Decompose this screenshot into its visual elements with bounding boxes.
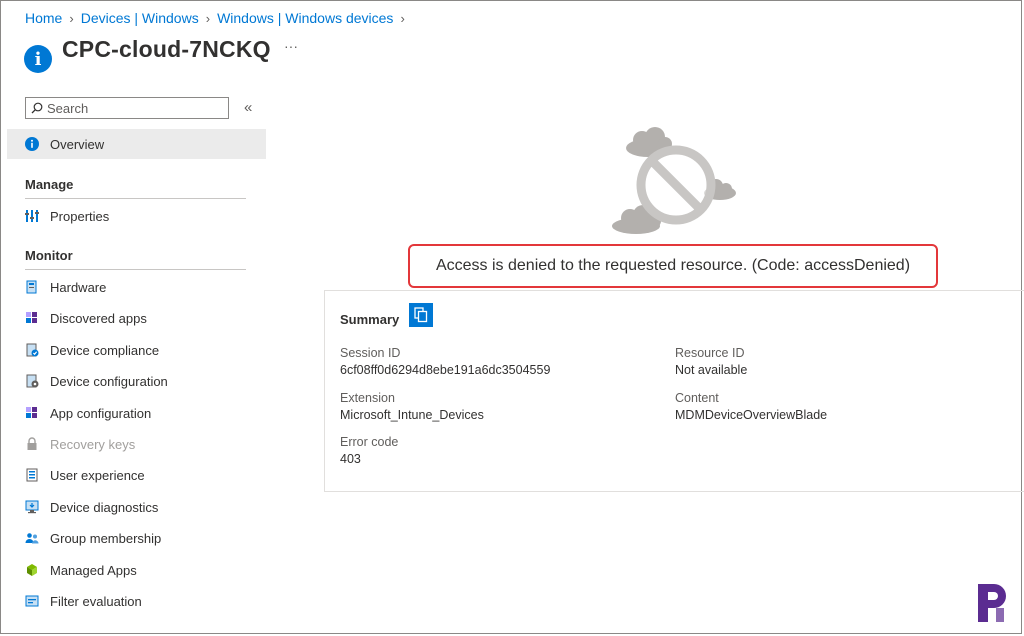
sidebar-item-label: Properties (50, 208, 110, 224)
session-id-label: Session ID (340, 346, 401, 360)
managed-apps-icon (24, 562, 40, 578)
resource-id-label: Resource ID (675, 346, 745, 360)
sidebar-item-hardware[interactable]: Hardware (7, 272, 266, 302)
summary-panel: Summary Session ID 6cf08ff0d6294d8ebe191… (324, 290, 1024, 492)
search-box[interactable] (25, 97, 229, 119)
search-input[interactable] (47, 100, 217, 116)
copy-button[interactable] (409, 303, 433, 327)
breadcrumb: Home › Devices | Windows › Windows | Win… (25, 10, 412, 26)
sidebar-item-recovery-keys: Recovery keys (7, 429, 266, 459)
breadcrumb-home[interactable]: Home (25, 10, 62, 26)
section-title-monitor: Monitor (25, 248, 73, 263)
sidebar-item-label: Group membership (50, 530, 162, 546)
diagnostics-icon (24, 499, 40, 515)
session-id-value: 6cf08ff0d6294d8ebe191a6dc3504559 (340, 363, 551, 377)
section-title-manage: Manage (25, 177, 74, 192)
apps-icon (24, 310, 40, 326)
error-code-label: Error code (340, 435, 399, 449)
group-icon (24, 530, 40, 546)
sidebar-item-label: Hardware (50, 279, 107, 295)
breadcrumb-separator-icon: › (205, 10, 211, 26)
info-icon: i (24, 45, 52, 73)
access-denied-cloud-icon (612, 127, 736, 234)
collapse-sidebar-button[interactable]: « (244, 99, 252, 116)
extension-label: Extension (340, 391, 395, 405)
extension-value: Microsoft_Intune_Devices (340, 408, 484, 422)
sidebar-item-overview[interactable]: Overview (7, 129, 266, 159)
more-options-button[interactable]: ··· (284, 38, 298, 54)
sidebar-item-filter-evaluation[interactable]: Filter evaluation (7, 586, 266, 616)
sidebar-item-label: App configuration (50, 405, 152, 421)
sidebar-item-device-diagnostics[interactable]: Device diagnostics (7, 492, 266, 522)
content-label: Content (675, 391, 719, 405)
section-divider (25, 269, 246, 270)
error-message-text: Access is denied to the requested resour… (435, 257, 911, 274)
properties-icon (24, 208, 40, 224)
sidebar-item-app-configuration[interactable]: App configuration (7, 398, 266, 428)
sidebar-item-device-compliance[interactable]: Device compliance (7, 335, 266, 365)
user-experience-icon (24, 467, 40, 483)
search-icon (31, 102, 43, 114)
breadcrumb-windows-devices[interactable]: Windows | Windows devices (217, 10, 393, 26)
sidebar-item-label: Filter evaluation (50, 593, 142, 609)
compliance-icon (24, 342, 40, 358)
sidebar-item-discovered-apps[interactable]: Discovered apps (7, 303, 266, 333)
breadcrumb-separator-icon: › (69, 10, 74, 26)
sidebar-item-label: Discovered apps (50, 310, 147, 326)
configuration-icon (24, 373, 40, 389)
sidebar-item-label: Device diagnostics (50, 499, 159, 515)
breadcrumb-devices-windows[interactable]: Devices | Windows (81, 10, 199, 26)
section-divider (25, 198, 246, 199)
sidebar-item-label: Device configuration (50, 373, 168, 389)
sidebar-item-device-configuration[interactable]: Device configuration (7, 366, 266, 396)
sidebar-item-label: User experience (50, 467, 145, 483)
sidebar-item-managed-apps[interactable]: Managed Apps (7, 555, 266, 585)
sidebar-item-group-membership[interactable]: Group membership (7, 523, 266, 553)
summary-title: Summary (340, 312, 400, 327)
copy-icon (414, 307, 428, 323)
resource-id-value: Not available (675, 363, 748, 377)
sidebar-item-label: Overview (50, 136, 105, 152)
content-value: MDMDeviceOverviewBlade (675, 408, 828, 422)
sidebar-item-label: Managed Apps (50, 562, 137, 578)
sidebar-item-label: Device compliance (50, 342, 160, 358)
breadcrumb-separator-icon: › (400, 10, 405, 26)
lock-icon (24, 436, 40, 452)
filter-icon (24, 593, 40, 609)
sidebar-item-user-experience[interactable]: User experience (7, 460, 266, 490)
access-denied-message: Access is denied to the requested resour… (408, 244, 938, 288)
info-icon (24, 136, 40, 152)
error-code-value: 403 (340, 452, 361, 466)
sidebar-item-label: Recovery keys (50, 436, 136, 452)
logo-icon (978, 584, 1006, 622)
page-title: CPC-cloud-7NCKQ (62, 36, 271, 62)
hardware-icon (24, 279, 40, 295)
app-config-icon (24, 405, 40, 421)
sidebar-item-properties[interactable]: Properties (7, 201, 266, 231)
